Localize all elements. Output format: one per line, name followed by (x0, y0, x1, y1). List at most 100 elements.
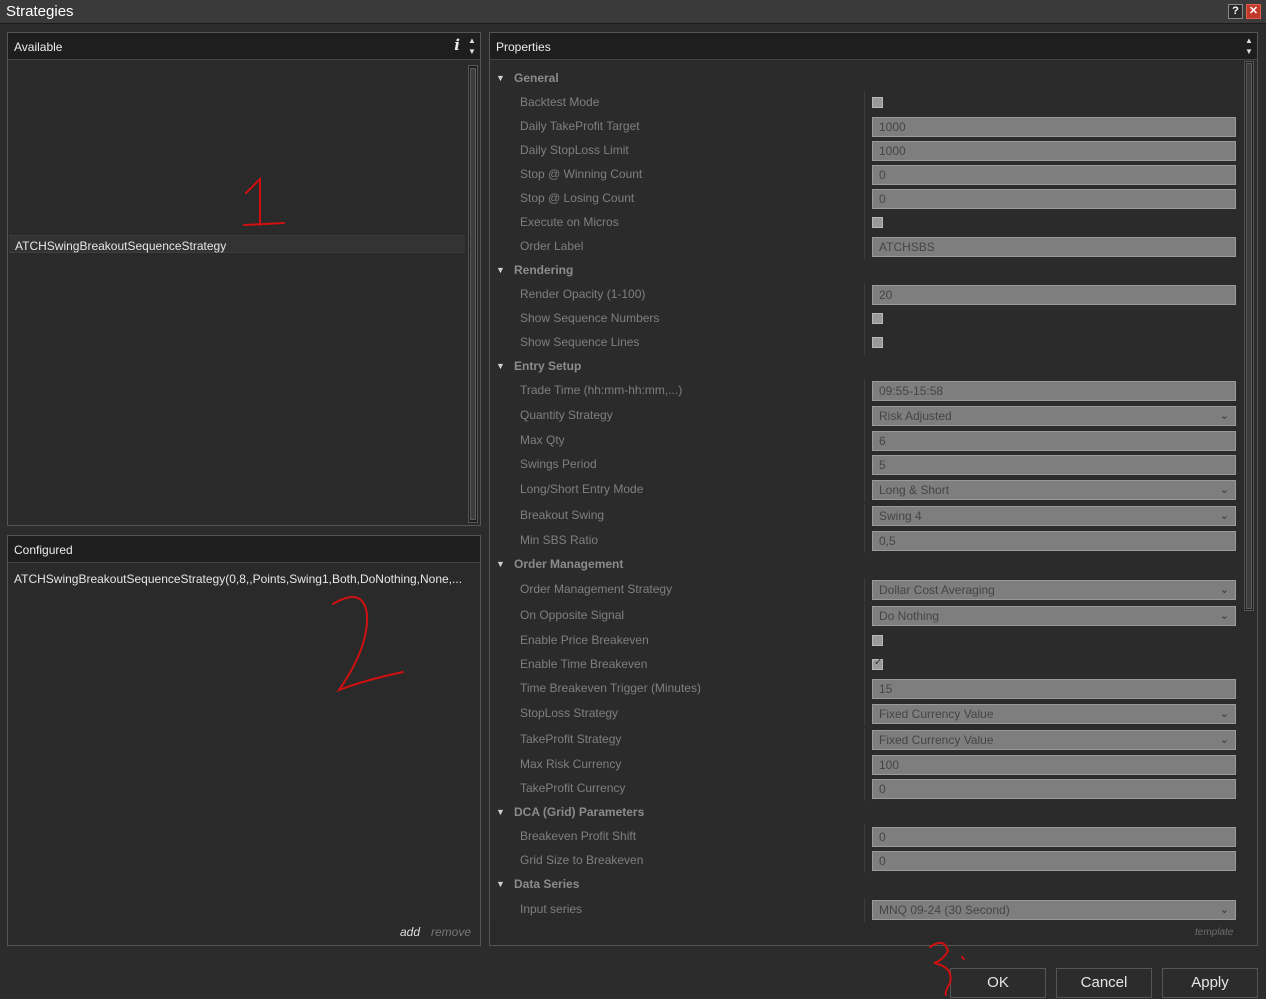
column-divider (864, 163, 865, 187)
properties-header: Properties ▲ ▼ (490, 33, 1257, 60)
property-checkbox[interactable] (872, 97, 883, 108)
property-select[interactable]: Swing 4 ⌄ (872, 506, 1236, 526)
spin-icon[interactable]: ▲ ▼ (1243, 35, 1255, 59)
help-button[interactable]: ? (1228, 4, 1243, 19)
property-input[interactable]: 6 (872, 431, 1236, 451)
collapse-arrow-icon[interactable]: ▼ (496, 73, 505, 83)
property-checkbox[interactable] (872, 657, 883, 670)
property-row-breakout-swing: Breakout Swing Swing 4 ⌄ (491, 504, 1241, 528)
property-select[interactable]: Dollar Cost Averaging ⌄ (872, 580, 1236, 600)
category-order-management[interactable]: ▼ Order Management (491, 553, 1241, 577)
column-divider (864, 825, 865, 849)
available-list-item[interactable]: ATCHSwingBreakoutSequenceStrategy (9, 235, 465, 253)
property-label: Trade Time (hh:mm-hh:mm,...) (520, 383, 683, 397)
property-label: Stop @ Winning Count (520, 167, 643, 181)
property-row-grid-size-to-breakeven: Grid Size to Breakeven 0 (491, 849, 1241, 873)
collapse-arrow-icon[interactable]: ▼ (496, 559, 505, 569)
property-input[interactable]: 0 (872, 189, 1236, 209)
property-select[interactable]: Risk Adjusted ⌄ (872, 406, 1236, 426)
column-divider (864, 453, 865, 477)
category-label: DCA (Grid) Parameters (514, 805, 645, 819)
ok-button[interactable]: OK (950, 968, 1046, 998)
property-label: Quantity Strategy (520, 408, 613, 422)
close-button[interactable]: ✕ (1246, 4, 1261, 19)
property-row-min-sbs-ratio: Min SBS Ratio 0,5 (491, 529, 1241, 553)
cancel-button[interactable]: Cancel (1056, 968, 1152, 998)
property-select[interactable]: Fixed Currency Value ⌄ (872, 704, 1236, 724)
property-select[interactable]: Long & Short ⌄ (872, 480, 1236, 500)
property-row-breakeven-profit-shift: Breakeven Profit Shift 0 (491, 825, 1241, 849)
property-label: Backtest Mode (520, 95, 600, 109)
property-label: Execute on Micros (520, 215, 619, 229)
add-link[interactable]: add (400, 925, 420, 939)
property-label: Order Management Strategy (520, 582, 673, 596)
column-divider (864, 529, 865, 553)
property-input[interactable]: 15 (872, 679, 1236, 699)
category-data-series[interactable]: ▼ Data Series (491, 873, 1241, 897)
property-row-takeprofit-strategy: TakeProfit Strategy Fixed Currency Value ⌄ (491, 728, 1241, 752)
property-checkbox[interactable] (872, 313, 883, 324)
chevron-down-icon: ⌄ (1219, 734, 1229, 746)
property-checkbox[interactable] (872, 217, 883, 228)
property-input[interactable]: 09:55-15:58 (872, 381, 1236, 401)
category-dca-grid-parameters[interactable]: ▼ DCA (Grid) Parameters (491, 801, 1241, 825)
property-input[interactable]: 0 (872, 851, 1236, 871)
scroll-thumb[interactable] (470, 68, 476, 520)
property-row-stop-losing-count: Stop @ Losing Count 0 (491, 187, 1241, 211)
property-row-enable-price-breakeven: Enable Price Breakeven (491, 629, 1241, 653)
configured-list-item[interactable]: ATCHSwingBreakoutSequenceStrategy(0,8,,P… (14, 572, 478, 586)
property-row-order-management-strategy: Order Management Strategy Dollar Cost Ave… (491, 578, 1241, 602)
column-divider (864, 604, 865, 628)
property-input[interactable]: 0 (872, 779, 1236, 799)
chevron-down-icon: ⌄ (1219, 510, 1229, 522)
remove-link[interactable]: remove (431, 925, 471, 939)
property-row-show-sequence-lines: Show Sequence Lines (491, 331, 1241, 355)
property-checkbox[interactable] (872, 635, 883, 646)
property-label: Show Sequence Numbers (520, 311, 660, 325)
template-link[interactable]: template (1195, 927, 1233, 938)
property-row-on-opposite-signal: On Opposite Signal Do Nothing ⌄ (491, 604, 1241, 628)
property-row-max-qty: Max Qty 6 (491, 429, 1241, 453)
column-divider (864, 849, 865, 873)
property-input[interactable]: 0 (872, 827, 1236, 847)
properties-scrollbar[interactable] (1244, 61, 1254, 611)
property-select[interactable]: Do Nothing ⌄ (872, 606, 1236, 626)
column-divider (864, 139, 865, 163)
property-label: Render Opacity (1-100) (520, 287, 646, 301)
available-scrollbar[interactable] (468, 65, 478, 523)
property-input[interactable]: 0,5 (872, 531, 1236, 551)
scroll-thumb[interactable] (1246, 63, 1252, 609)
property-label: Max Risk Currency (520, 757, 622, 771)
collapse-arrow-icon[interactable]: ▼ (496, 265, 505, 275)
collapse-arrow-icon[interactable]: ▼ (496, 807, 505, 817)
property-row-long-short-entry-mode: Long/Short Entry Mode Long & Short ⌄ (491, 478, 1241, 502)
column-divider (864, 504, 865, 528)
property-label: Stop @ Losing Count (520, 191, 635, 205)
configured-panel: Configured ATCHSwingBreakoutSequenceStra… (7, 535, 481, 946)
property-input[interactable]: ATCHSBS (872, 237, 1236, 257)
property-input[interactable]: 1000 (872, 141, 1236, 161)
property-row-stop-winning-count: Stop @ Winning Count 0 (491, 163, 1241, 187)
column-divider (864, 702, 865, 726)
property-input[interactable]: 0 (872, 165, 1236, 185)
property-input[interactable]: 5 (872, 455, 1236, 475)
collapse-arrow-icon[interactable]: ▼ (496, 879, 505, 889)
property-input[interactable]: 20 (872, 285, 1236, 305)
spin-icon[interactable]: ▲ ▼ (466, 35, 478, 59)
property-input[interactable]: 100 (872, 755, 1236, 775)
property-label: Show Sequence Lines (520, 335, 640, 349)
column-divider (864, 578, 865, 602)
property-row-quantity-strategy: Quantity Strategy Risk Adjusted ⌄ (491, 404, 1241, 428)
category-general[interactable]: ▼ General (491, 67, 1241, 91)
property-row-show-sequence-numbers: Show Sequence Numbers (491, 307, 1241, 331)
apply-button[interactable]: Apply (1162, 968, 1258, 998)
collapse-arrow-icon[interactable]: ▼ (496, 361, 505, 371)
property-input[interactable]: 1000 (872, 117, 1236, 137)
property-select[interactable]: Fixed Currency Value ⌄ (872, 730, 1236, 750)
category-rendering[interactable]: ▼ Rendering (491, 259, 1241, 283)
property-checkbox[interactable] (872, 337, 883, 348)
property-select[interactable]: MNQ 09-24 (30 Second) ⌄ (872, 900, 1236, 920)
category-entry-setup[interactable]: ▼ Entry Setup (491, 355, 1241, 379)
info-icon[interactable]: i (454, 36, 460, 54)
column-divider (864, 187, 865, 211)
